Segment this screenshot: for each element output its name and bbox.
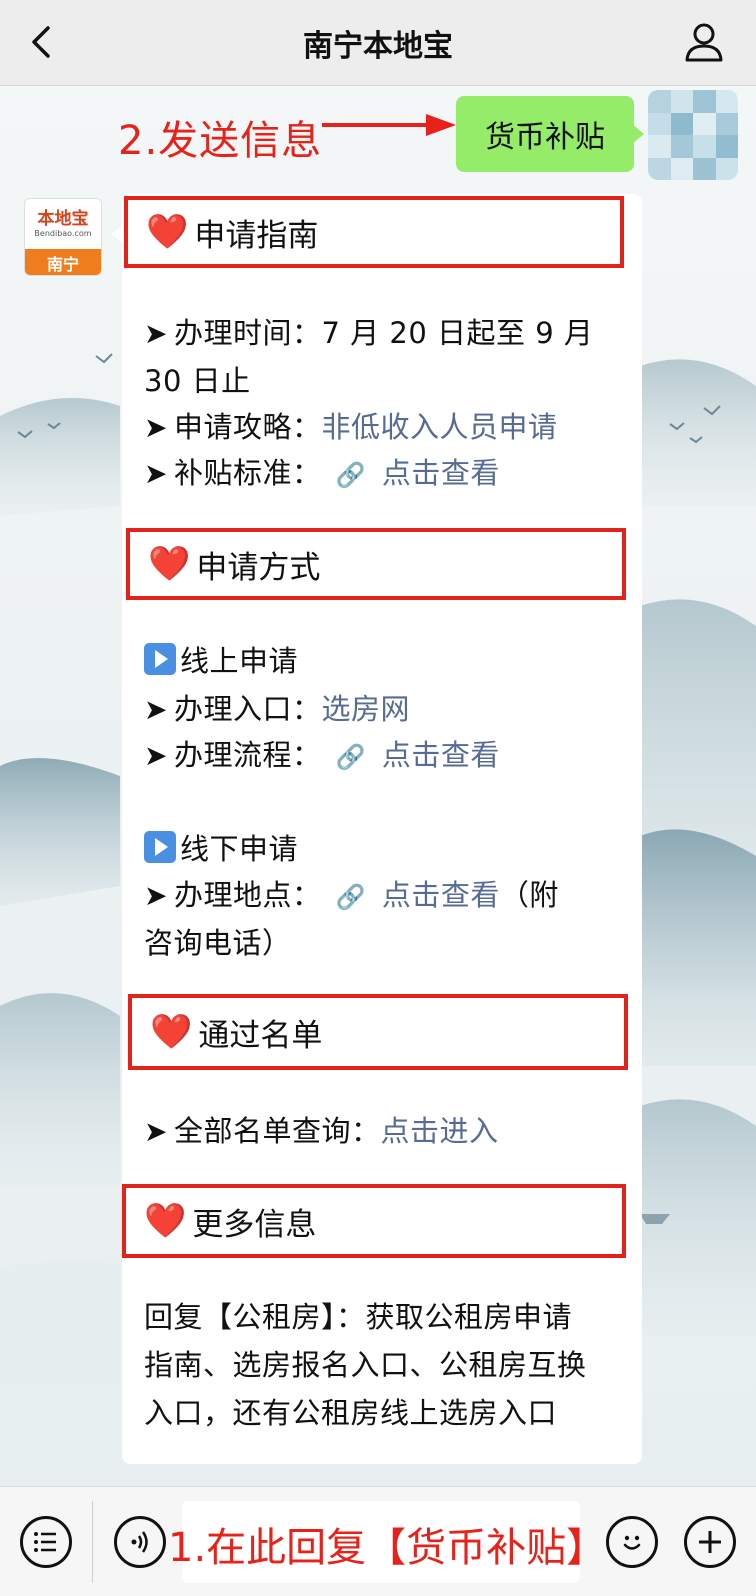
arrow-bullet-icon: ➤ [144, 739, 168, 772]
input-bar: 1.在此回复【货币补贴】 [0, 1486, 756, 1596]
section-title: 通过名单 [198, 1017, 323, 1054]
more-info-line-2: 指南、选房报名入口、公租房互换 [144, 1348, 587, 1382]
section-title: 更多信息 [192, 1206, 317, 1243]
heart-icon: ❤️ [144, 1201, 187, 1241]
section-apply-method: ❤️ 申请方式 [126, 528, 626, 600]
menu-list-icon[interactable] [20, 1516, 72, 1568]
chevron-left-icon[interactable] [22, 22, 62, 62]
arrow-bullet-icon: ➤ [144, 1115, 168, 1148]
guide-strategy-line: ➤ 申请攻略：非低收入人员申请 [144, 410, 558, 444]
my-avatar[interactable] [648, 90, 738, 180]
query-link[interactable]: 点击进入 [380, 1114, 498, 1148]
section-title: 申请方式 [196, 549, 321, 586]
bot-brand: 本地宝 [37, 209, 89, 229]
arrow-bullet-icon: ➤ [144, 411, 168, 444]
online-process-line: ➤ 办理流程： 🔗 点击查看 [144, 738, 500, 772]
guide-time-line-cont: 30 日止 [144, 364, 251, 398]
heart-icon: ❤️ [146, 212, 189, 252]
offline-location-line-cont: 咨询电话） [144, 926, 292, 960]
emoji-icon[interactable] [606, 1516, 658, 1568]
strategy-link[interactable]: 非低收入人员申请 [321, 410, 557, 444]
section-more-info: ❤️ 更多信息 [122, 1184, 626, 1258]
heart-icon: ❤️ [150, 1012, 193, 1052]
chat-header: 南宁本地宝 [0, 0, 756, 86]
entry-link[interactable]: 选房网 [321, 692, 410, 726]
online-entry-line: ➤ 办理入口：选房网 [144, 692, 410, 726]
standard-link[interactable]: 点击查看 [382, 456, 500, 490]
play-icon [144, 643, 176, 675]
divider [92, 1501, 93, 1583]
list-query-line: ➤ 全部名单查询：点击进入 [144, 1114, 499, 1148]
section-approved-list: ❤️ 通过名单 [128, 994, 628, 1070]
arrow-bullet-icon: ➤ [144, 693, 168, 726]
guide-standard-line: ➤ 补贴标准： 🔗 点击查看 [144, 456, 500, 490]
offline-apply-title: 线下申请 [144, 826, 298, 868]
send-annotation: 2.发送信息 [118, 118, 323, 164]
guide-time-line: ➤ 办理时间：7 月 20 日起至 9 月 [144, 316, 594, 350]
reply-message-card: ❤️ 申请指南 ➤ 办理时间：7 月 20 日起至 9 月 30 日止 ➤ 申请攻略… [112, 194, 642, 1464]
section-title: 申请指南 [194, 217, 319, 254]
voice-icon[interactable] [114, 1516, 166, 1568]
location-link[interactable]: 点击查看 [382, 878, 500, 912]
bot-city: 南宁 [25, 249, 101, 275]
more-info-line-3: 入口，还有公租房线上选房入口 [144, 1396, 558, 1430]
bot-domain: Bendibao.com [34, 229, 92, 238]
link-icon: 🔗 [335, 461, 366, 489]
sent-message-bubble[interactable]: 货币补贴 [456, 96, 644, 172]
reply-annotation: 1.在此回复【货币补贴】 [168, 1525, 607, 1571]
heart-icon: ❤️ [148, 544, 191, 584]
user-icon[interactable] [682, 20, 726, 64]
annotation-arrow-icon [322, 114, 456, 136]
link-icon: 🔗 [335, 743, 366, 771]
more-info-line-1: 回复【公租房】：获取公租房申请 [144, 1300, 573, 1334]
section-apply-guide: ❤️ 申请指南 [124, 196, 624, 268]
process-link[interactable]: 点击查看 [382, 738, 500, 772]
plus-icon[interactable] [684, 1516, 736, 1568]
arrow-bullet-icon: ➤ [144, 879, 168, 912]
arrow-bullet-icon: ➤ [144, 317, 168, 350]
offline-location-line: ➤ 办理地点： 🔗 点击查看（附 [144, 878, 559, 912]
page-title: 南宁本地宝 [303, 28, 453, 64]
online-apply-title: 线上申请 [144, 638, 298, 680]
link-icon: 🔗 [335, 883, 366, 911]
play-icon [144, 831, 176, 863]
arrow-bullet-icon: ➤ [144, 457, 168, 490]
bot-avatar[interactable]: 本地宝 Bendibao.com 南宁 [24, 198, 102, 276]
